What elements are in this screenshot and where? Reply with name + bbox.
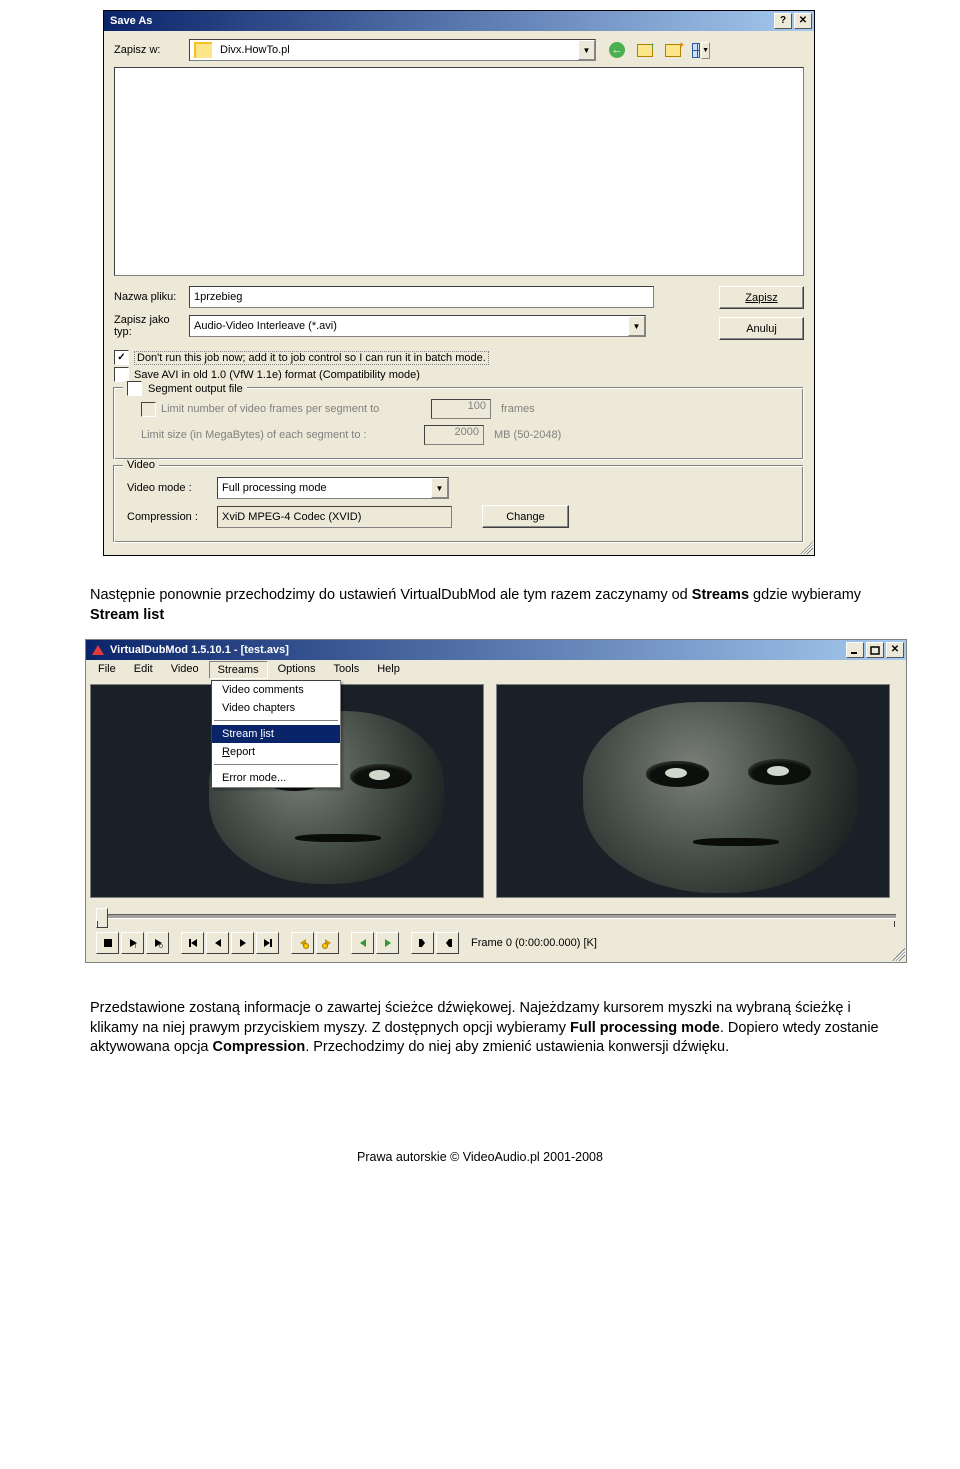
resize-grip-icon[interactable]: [892, 948, 905, 961]
dropdown-icon[interactable]: ▼: [431, 478, 448, 498]
playback-controls: I O Frame 0 (0:00:00.000) [K]: [90, 930, 902, 962]
minimize-button[interactable]: [846, 642, 864, 658]
compression-value-box: XviD MPEG-4 Codec (XVID): [217, 506, 452, 528]
look-in-value: Divx.HowTo.pl: [216, 44, 578, 56]
segment-legend: Segment output file: [148, 383, 243, 395]
save-type-label: Zapisz jako typ:: [114, 314, 189, 338]
menu-separator: [214, 764, 338, 766]
video-mode-combo[interactable]: Full processing mode ▼: [217, 477, 449, 499]
video-mode-value: Full processing mode: [218, 482, 431, 494]
menu-item-video-chapters[interactable]: Video chapters: [212, 699, 340, 717]
svg-text:I: I: [135, 944, 136, 949]
compat-label: Save AVI in old 1.0 (VfW 1.1e) format (C…: [134, 369, 420, 381]
menu-item-stream-list[interactable]: Stream list: [212, 725, 340, 743]
compat-checkbox[interactable]: [114, 367, 129, 382]
help-button[interactable]: ?: [774, 13, 792, 29]
goto-end-button[interactable]: [256, 932, 279, 954]
up-one-level-button[interactable]: [636, 41, 654, 59]
prev-scene-button[interactable]: [351, 932, 374, 954]
batch-label: Don't run this job now; add it to job co…: [134, 351, 489, 365]
mark-out-button[interactable]: [436, 932, 459, 954]
segment-checkbox[interactable]: [127, 381, 142, 396]
video-legend: Video: [123, 459, 159, 471]
close-button[interactable]: ✕: [794, 13, 812, 29]
prev-keyframe-button[interactable]: [291, 932, 314, 954]
maximize-button[interactable]: [866, 642, 884, 658]
limit-frames-value: 100: [431, 399, 491, 419]
streams-dropdown: Video comments Video chapters Stream lis…: [211, 680, 341, 788]
batch-checkbox[interactable]: [114, 350, 129, 365]
save-type-combo[interactable]: Audio-Video Interleave (*.avi) ▼: [189, 315, 646, 337]
menu-streams[interactable]: Streams: [209, 661, 268, 679]
look-in-label: Zapisz w:: [114, 44, 189, 56]
frame-status: Frame 0 (0:00:00.000) [K]: [471, 937, 597, 949]
segment-fieldset: Segment output file Limit number of vide…: [114, 388, 804, 460]
menu-item-error-mode[interactable]: Error mode...: [212, 769, 340, 787]
video-fieldset: Video Video mode : Full processing mode …: [114, 466, 804, 543]
dropdown-icon[interactable]: ▼: [628, 316, 645, 336]
views-button[interactable]: ▼: [692, 41, 710, 59]
next-keyframe-button[interactable]: [316, 932, 339, 954]
paragraph-2: Przedstawione zostaną informacje o zawar…: [90, 999, 900, 1058]
app-icon: [90, 642, 106, 658]
svg-text:O: O: [159, 944, 163, 949]
video-preview-output: [496, 684, 890, 898]
menu-help[interactable]: Help: [369, 661, 408, 679]
filename-label: Nazwa pliku:: [114, 291, 189, 303]
play-output-button[interactable]: O: [146, 932, 169, 954]
compression-value: XviD MPEG-4 Codec (XVID): [222, 511, 361, 523]
menu-edit[interactable]: Edit: [126, 661, 161, 679]
vdm-title: VirtualDubMod 1.5.10.1 - [test.avs]: [110, 644, 844, 656]
close-button[interactable]: ✕: [886, 642, 904, 658]
filename-input[interactable]: 1przebieg: [189, 286, 654, 308]
limit-frames-label: Limit number of video frames per segment…: [161, 403, 431, 415]
new-folder-button[interactable]: [664, 41, 682, 59]
change-button[interactable]: Change: [482, 505, 569, 528]
footer-copyright: Prawa autorskie © VideoAudio.pl 2001-200…: [0, 1150, 960, 1174]
menu-options[interactable]: Options: [270, 661, 324, 679]
menubar: File Edit Video Streams Options Tools He…: [86, 660, 906, 680]
file-list[interactable]: [114, 67, 804, 276]
next-scene-button[interactable]: [376, 932, 399, 954]
limit-size-unit: MB (50-2048): [494, 429, 561, 441]
save-type-value: Audio-Video Interleave (*.avi): [190, 320, 628, 332]
titlebar: Save As ? ✕: [104, 11, 814, 31]
save-button[interactable]: Zapisz: [719, 286, 804, 309]
stop-button[interactable]: [96, 932, 119, 954]
limit-frames-unit: frames: [501, 403, 535, 415]
menu-separator: [214, 720, 338, 722]
prev-frame-button[interactable]: [206, 932, 229, 954]
menu-file[interactable]: File: [90, 661, 124, 679]
back-button[interactable]: ←: [608, 41, 626, 59]
compression-label: Compression :: [127, 511, 217, 523]
paragraph-1: Następnie ponownie przechodzimy do ustaw…: [90, 586, 900, 625]
menu-video[interactable]: Video: [163, 661, 207, 679]
menu-item-report[interactable]: Report: [212, 743, 340, 761]
resize-grip-icon[interactable]: [800, 541, 813, 554]
cancel-button[interactable]: Anuluj: [719, 317, 804, 340]
play-input-button[interactable]: I: [121, 932, 144, 954]
dialog-title: Save As: [110, 15, 772, 27]
goto-start-button[interactable]: [181, 932, 204, 954]
virtualdubmod-window: VirtualDubMod 1.5.10.1 - [test.avs] ✕ Fi…: [85, 639, 907, 963]
dropdown-icon[interactable]: ▼: [578, 40, 595, 60]
menu-item-video-comments[interactable]: Video comments: [212, 681, 340, 699]
next-frame-button[interactable]: [231, 932, 254, 954]
filename-value: 1przebieg: [194, 291, 242, 303]
menu-tools[interactable]: Tools: [326, 661, 368, 679]
mark-in-button[interactable]: [411, 932, 434, 954]
look-in-combo[interactable]: Divx.HowTo.pl ▼: [189, 39, 596, 61]
timeline-slider[interactable]: [96, 906, 896, 928]
video-mode-label: Video mode :: [127, 482, 217, 494]
limit-size-label: Limit size (in MegaBytes) of each segmen…: [141, 429, 424, 441]
limit-size-value: 2000: [424, 425, 484, 445]
folder-icon: [194, 42, 212, 58]
save-as-dialog: Save As ? ✕ Zapisz w: Divx.HowTo.pl ▼ ← …: [103, 10, 815, 556]
limit-frames-checkbox: [141, 402, 156, 417]
